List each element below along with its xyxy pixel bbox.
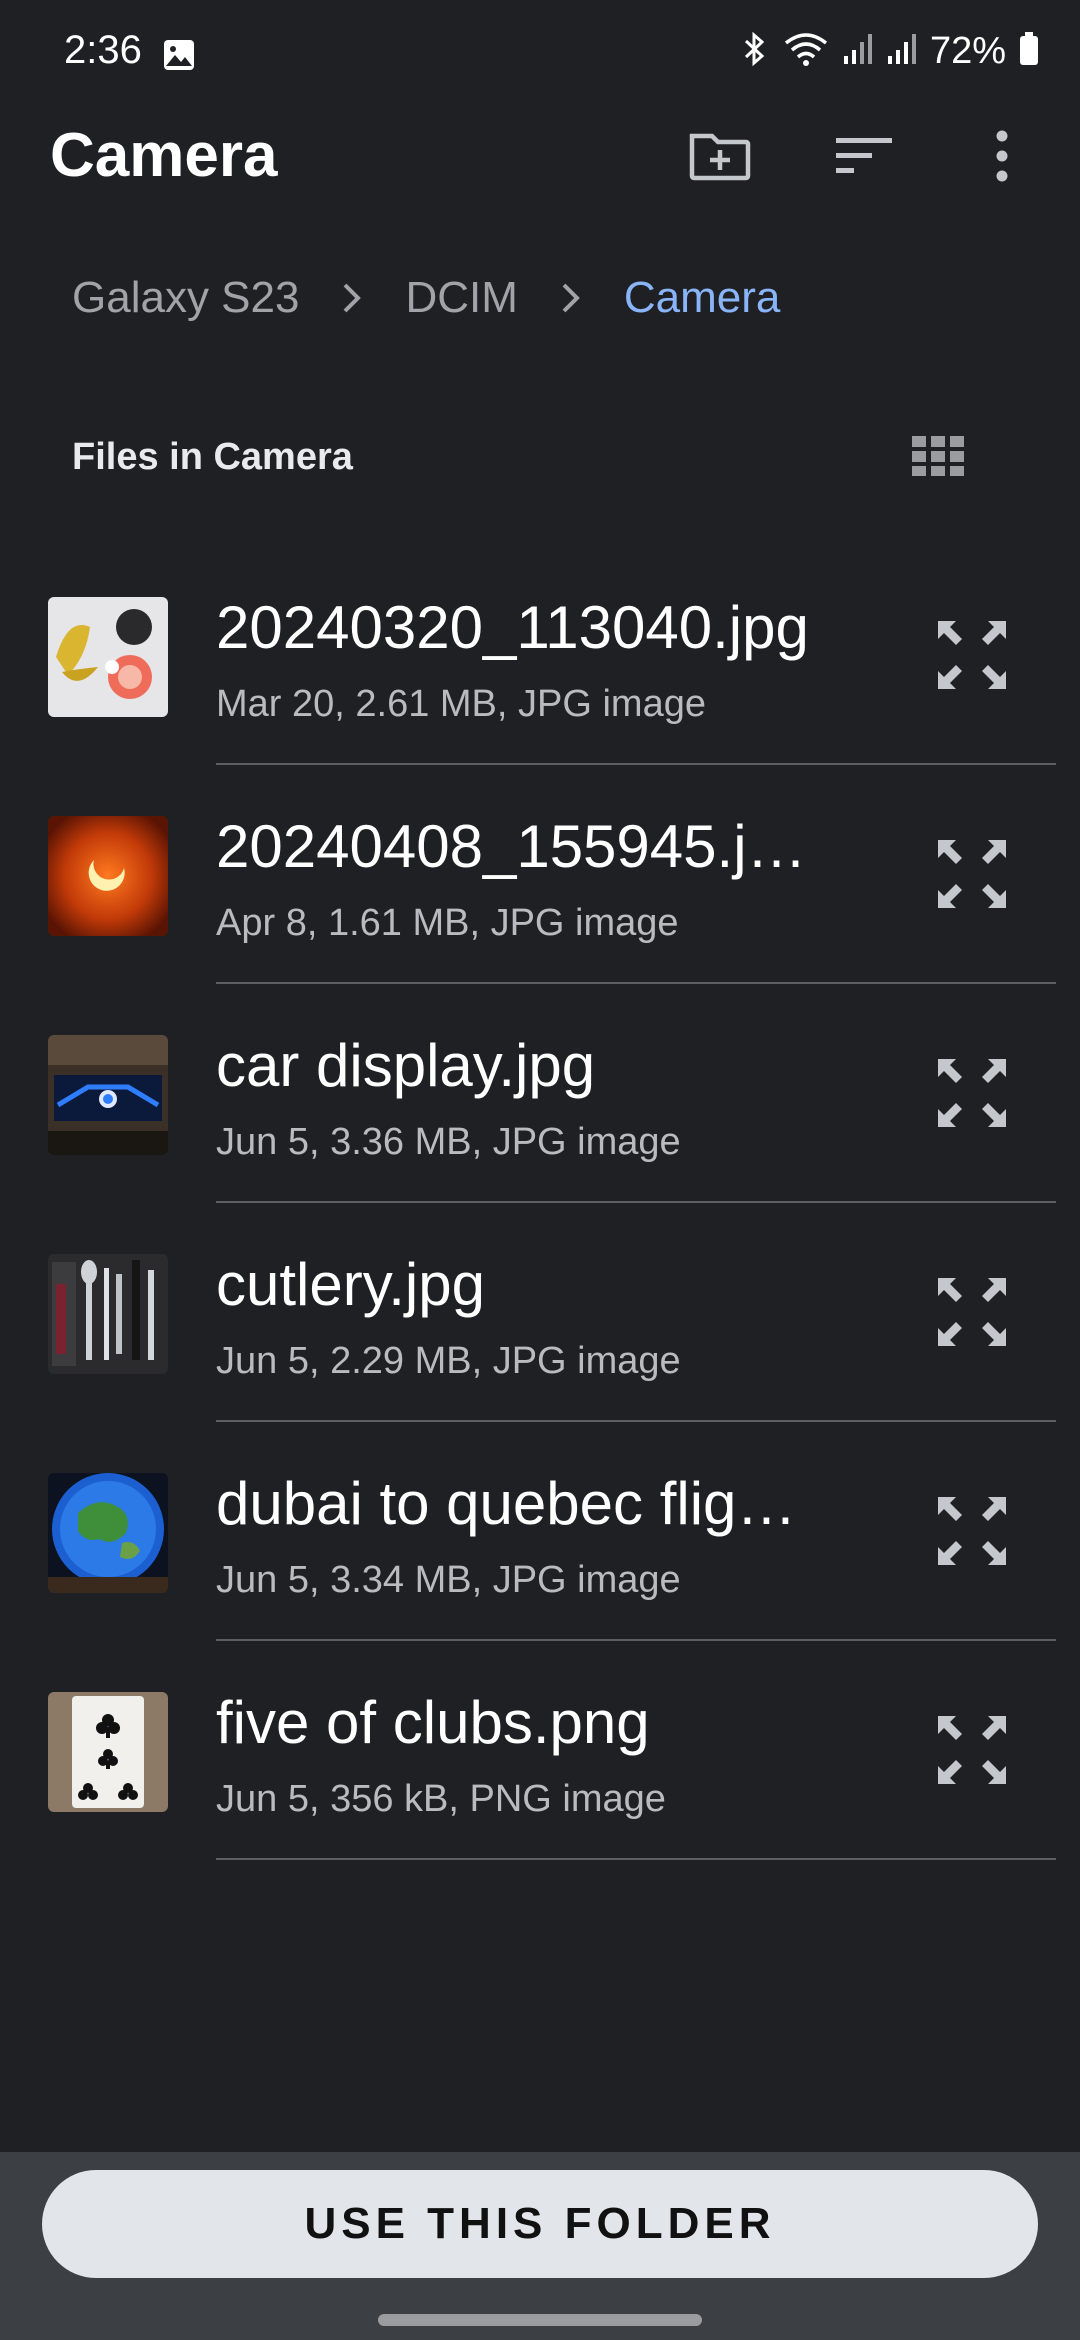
file-name: 20240408_155945.j…	[216, 813, 807, 880]
divider	[216, 763, 1056, 765]
home-indicator[interactable]	[378, 2314, 702, 2326]
list-item[interactable]: five of clubs.png Jun 5, 356 kB, PNG ima…	[0, 1680, 1080, 1899]
bottom-panel: USE THIS FOLDER	[0, 2152, 1080, 2340]
file-thumbnail	[48, 1254, 168, 1374]
bluetooth-icon	[740, 31, 770, 72]
divider	[216, 1420, 1056, 1422]
breadcrumb: Galaxy S23 DCIM Camera	[72, 268, 780, 328]
page-title: Camera	[50, 121, 278, 190]
breadcrumb-item-camera[interactable]: Camera	[624, 273, 781, 323]
file-thumbnail	[48, 816, 168, 936]
sort-button[interactable]	[824, 118, 904, 198]
expand-icon	[936, 1057, 1008, 1134]
file-thumbnail	[48, 1473, 168, 1593]
expand-icon	[936, 619, 1008, 696]
gallery-icon	[162, 38, 196, 77]
more-options-button[interactable]	[962, 118, 1042, 198]
breadcrumb-item-dcim[interactable]: DCIM	[405, 273, 517, 323]
file-meta: Jun 5, 2.29 MB, JPG image	[216, 1340, 681, 1382]
status-bar: 2:36 72%	[0, 0, 1080, 110]
new-folder-button[interactable]	[680, 118, 760, 198]
list-item[interactable]: 20240408_155945.j… Apr 8, 1.61 MB, JPG i…	[0, 804, 1080, 1023]
expand-icon	[936, 1276, 1008, 1353]
file-name: cutlery.jpg	[216, 1251, 486, 1318]
list-item[interactable]: cutlery.jpg Jun 5, 2.29 MB, JPG image	[0, 1242, 1080, 1461]
file-meta: Jun 5, 3.36 MB, JPG image	[216, 1121, 681, 1163]
breadcrumb-item-galaxy-s23[interactable]: Galaxy S23	[72, 273, 299, 323]
preview-button[interactable]	[930, 834, 1014, 918]
wifi-icon	[782, 31, 830, 72]
list-item[interactable]: dubai to quebec flig… Jun 5, 3.34 MB, JP…	[0, 1461, 1080, 1680]
expand-icon	[936, 838, 1008, 915]
file-list: 20240320_113040.jpg Mar 20, 2.61 MB, JPG…	[0, 585, 1080, 1899]
expand-icon	[936, 1714, 1008, 1791]
sort-icon	[834, 134, 894, 183]
divider	[216, 982, 1056, 984]
divider	[216, 1858, 1056, 1860]
file-meta: Mar 20, 2.61 MB, JPG image	[216, 683, 706, 725]
file-name: 20240320_113040.jpg	[216, 594, 809, 661]
status-time: 2:36	[64, 28, 142, 72]
grid-view-button[interactable]	[902, 428, 974, 488]
preview-button[interactable]	[930, 615, 1014, 699]
file-meta: Jun 5, 3.34 MB, JPG image	[216, 1559, 681, 1601]
file-name: five of clubs.png	[216, 1689, 650, 1756]
file-thumbnail	[48, 597, 168, 717]
preview-button[interactable]	[930, 1491, 1014, 1575]
signal-icon	[886, 32, 918, 71]
list-item[interactable]: car display.jpg Jun 5, 3.36 MB, JPG imag…	[0, 1023, 1080, 1242]
battery-percent: 72%	[929, 30, 1006, 72]
file-thumbnail	[48, 1035, 168, 1155]
screen: 2:36 72% Camera Galaxy S23 DCIM Camera F…	[0, 0, 1080, 2340]
preview-button[interactable]	[930, 1053, 1014, 1137]
file-meta: Apr 8, 1.61 MB, JPG image	[216, 902, 679, 944]
new-folder-icon	[688, 130, 752, 187]
use-this-folder-button[interactable]: USE THIS FOLDER	[42, 2170, 1038, 2278]
expand-icon	[936, 1495, 1008, 1572]
battery-icon	[1018, 31, 1040, 72]
file-name: dubai to quebec flig…	[216, 1470, 797, 1537]
chevron-right-icon	[341, 281, 363, 315]
section-title: Files in Camera	[72, 436, 353, 478]
file-meta: Jun 5, 356 kB, PNG image	[216, 1778, 666, 1820]
file-thumbnail	[48, 1692, 168, 1812]
preview-button[interactable]	[930, 1710, 1014, 1794]
divider	[216, 1639, 1056, 1641]
more-vert-icon	[994, 130, 1010, 187]
status-icons: 72%	[740, 30, 1040, 73]
file-name: car display.jpg	[216, 1032, 596, 1099]
signal-icon	[842, 32, 874, 71]
preview-button[interactable]	[930, 1272, 1014, 1356]
divider	[216, 1201, 1056, 1203]
grid-view-icon	[911, 435, 965, 482]
chevron-right-icon	[560, 281, 582, 315]
list-item[interactable]: 20240320_113040.jpg Mar 20, 2.61 MB, JPG…	[0, 585, 1080, 804]
